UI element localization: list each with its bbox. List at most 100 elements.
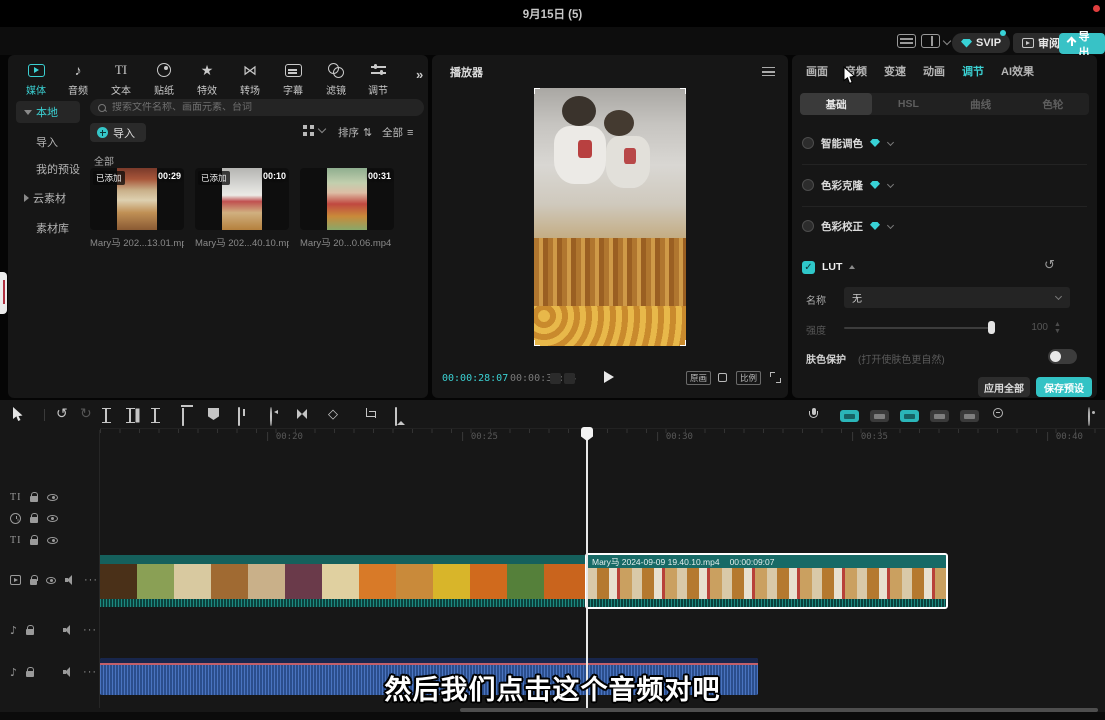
speaker-icon[interactable] <box>63 625 74 635</box>
import-button[interactable]: 导入 <box>90 123 146 142</box>
skin-protect-toggle[interactable] <box>1048 349 1077 364</box>
sidebar-item-presets[interactable]: 我的预设 <box>16 158 90 180</box>
tab-captions[interactable]: 字幕 <box>273 61 313 97</box>
timeline-ruler[interactable]: 00:20 00:25 00:30 00:35 00:40 <box>100 428 1105 444</box>
export-button[interactable]: 导出 <box>1059 33 1105 54</box>
tab-filters[interactable]: 滤镜 <box>316 61 356 97</box>
panel-layout-icon[interactable] <box>897 34 916 48</box>
rotate-icon[interactable]: ◇ <box>328 406 338 422</box>
filter-button[interactable]: 全部 ≡ <box>382 125 413 140</box>
collapse-caret-icon[interactable] <box>849 265 855 269</box>
zoom-fit-icon[interactable] <box>1088 407 1090 426</box>
delete-icon[interactable] <box>182 408 184 426</box>
reverse-icon[interactable] <box>270 407 272 426</box>
media-item-2[interactable]: 已添加 00:10 Mary马 202...40.10.mp4 <box>195 168 289 249</box>
video-clip-1[interactable] <box>100 555 585 607</box>
tab-animation[interactable]: 动画 <box>923 63 945 79</box>
tab-media[interactable]: 媒体 <box>16 61 56 97</box>
tab-speed[interactable]: 变速 <box>884 63 906 79</box>
strength-stepper[interactable]: ▲▼ <box>1054 321 1061 335</box>
player-menu-icon[interactable] <box>762 67 775 76</box>
speaker-icon[interactable] <box>65 575 75 585</box>
split-view-icon[interactable] <box>930 410 949 422</box>
chevron-down-icon[interactable] <box>887 223 894 230</box>
freeze-frame-icon[interactable] <box>238 407 240 426</box>
crop-handle-icon[interactable] <box>534 340 540 346</box>
sidebar-item-import[interactable]: 导入 <box>16 131 80 153</box>
reset-icon[interactable]: ↺ <box>1044 258 1055 273</box>
ratio-button[interactable]: 比例 <box>736 371 761 385</box>
edge-notification-pill[interactable] <box>0 272 7 314</box>
background-icon[interactable] <box>395 407 397 426</box>
sidebar-item-assets[interactable]: 素材库 <box>16 217 80 239</box>
more-options-icon[interactable]: ··· <box>84 574 98 586</box>
layout-columns-icon[interactable] <box>921 34 940 48</box>
tab-ai-effects[interactable]: AI效果 <box>1001 63 1034 79</box>
crop-handle-icon[interactable] <box>534 88 540 94</box>
subtab-curves[interactable]: 曲线 <box>945 93 1017 115</box>
tab-sticker[interactable]: 贴纸 <box>144 61 184 97</box>
crop-handle-icon[interactable] <box>680 88 686 94</box>
subtab-wheels[interactable]: 色轮 <box>1017 93 1089 115</box>
mask-icon[interactable] <box>208 408 219 420</box>
smart-color-toggle[interactable] <box>802 137 814 149</box>
preview-axis-icon[interactable] <box>900 410 919 422</box>
tab-adjust[interactable]: 调节 <box>358 61 398 97</box>
tab-adjustment[interactable]: 调节 <box>962 63 984 79</box>
subtab-basic[interactable]: 基础 <box>800 93 872 115</box>
lock-icon[interactable] <box>30 579 37 585</box>
color-correction-toggle[interactable] <box>802 220 814 232</box>
search-input[interactable] <box>112 102 392 113</box>
tab-transitions[interactable]: ⋈ 转场 <box>230 61 270 97</box>
search-bar[interactable] <box>90 99 424 116</box>
video-clip-2-selected[interactable]: Mary马 2024-09-09 19.40.10.mp4 00:00:09:0… <box>585 553 948 609</box>
visibility-icon[interactable] <box>47 537 58 544</box>
media-item-1[interactable]: 已添加 00:29 Mary马 202...13.01.mp4 <box>90 168 184 249</box>
lock-icon[interactable] <box>30 517 38 523</box>
lut-checkbox[interactable]: ✓ <box>802 261 815 274</box>
lock-icon[interactable] <box>30 539 38 545</box>
undo-icon[interactable]: ↺ <box>56 405 68 422</box>
tab-canvas[interactable]: 画面 <box>806 63 828 79</box>
crop-handle-icon[interactable] <box>680 340 686 346</box>
visibility-icon[interactable] <box>47 515 58 522</box>
media-item-3[interactable]: 00:31 Mary马 20...0.06.mp4 <box>300 168 394 249</box>
sidebar-item-cloud[interactable]: 云素材 <box>16 187 80 209</box>
fullscreen-icon[interactable] <box>770 372 781 383</box>
lock-icon[interactable] <box>30 496 38 502</box>
select-tool-icon[interactable] <box>12 406 25 422</box>
sidebar-item-local[interactable]: 本地 <box>16 101 80 123</box>
visibility-icon[interactable] <box>46 577 56 584</box>
color-clone-toggle[interactable] <box>802 179 814 191</box>
frame-tool-icon[interactable] <box>550 373 561 384</box>
bubble-tool-icon[interactable] <box>960 410 979 422</box>
linked-selection-icon[interactable] <box>870 410 889 422</box>
play-button[interactable] <box>604 371 614 383</box>
quality-button[interactable]: 原画 <box>686 371 711 385</box>
tab-effects[interactable]: ★ 特效 <box>187 61 227 97</box>
sort-button[interactable]: 排序 ⇅ <box>338 125 372 140</box>
chevron-down-icon[interactable] <box>887 140 894 147</box>
layout-dropdown-caret[interactable] <box>944 38 951 45</box>
video-preview[interactable] <box>534 88 686 346</box>
svip-button[interactable]: SVIP <box>952 33 1010 53</box>
snap-toggle-icon[interactable] <box>840 410 859 422</box>
visibility-icon[interactable] <box>47 494 58 501</box>
view-mode-button[interactable] <box>303 125 326 137</box>
tab-text[interactable]: TI 文本 <box>101 61 141 97</box>
subtab-hsl[interactable]: HSL <box>872 93 944 115</box>
save-preset-button[interactable]: 保存预设 <box>1036 377 1092 397</box>
strength-slider-track[interactable] <box>844 327 992 329</box>
frame-tool-icon[interactable] <box>564 373 575 384</box>
apply-all-button[interactable]: 应用全部 <box>978 377 1030 397</box>
chevron-down-icon[interactable] <box>887 182 894 189</box>
more-options-icon[interactable]: ··· <box>83 624 97 636</box>
lut-name-select[interactable]: 无 <box>844 287 1070 308</box>
strength-slider-knob[interactable] <box>988 321 995 334</box>
lock-icon[interactable] <box>26 629 34 635</box>
playhead-line[interactable] <box>586 430 588 708</box>
tools-expand-chevrons-icon[interactable]: » <box>416 67 423 82</box>
preview-zoom-icon[interactable] <box>718 373 728 383</box>
tab-audio[interactable]: ♪ 音频 <box>58 61 98 97</box>
redo-icon[interactable]: ↻ <box>80 405 92 422</box>
